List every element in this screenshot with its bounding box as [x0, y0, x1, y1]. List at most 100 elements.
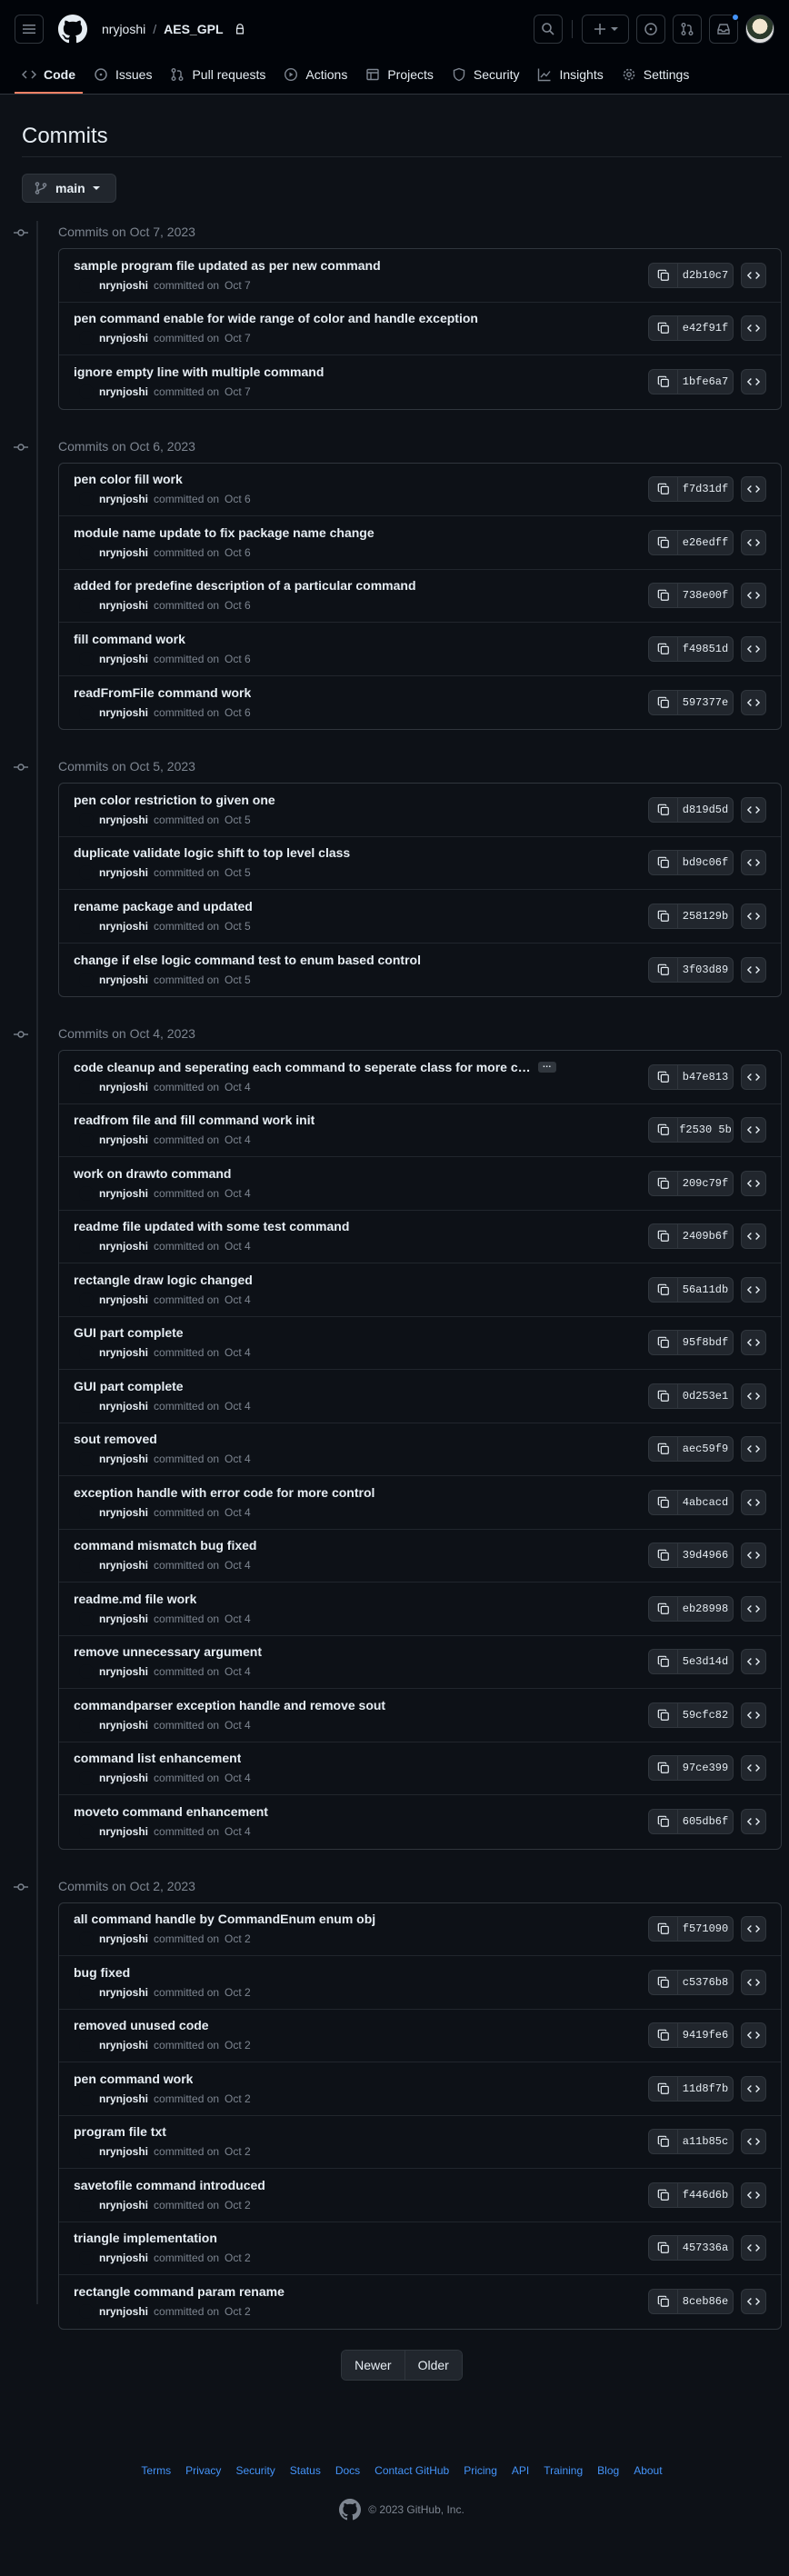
older-button[interactable]: Older	[404, 2350, 462, 2380]
author-avatar[interactable]	[79, 704, 94, 720]
commit-message-link[interactable]: ignore empty line with multiple command	[74, 364, 324, 379]
commit-message-link[interactable]: program file txt	[74, 2124, 166, 2139]
copy-sha-button[interactable]	[649, 690, 678, 714]
commit-sha-link[interactable]: 4abcacd	[678, 1491, 733, 1514]
commit-message-link[interactable]: command mismatch bug fixed	[74, 1538, 256, 1553]
copy-sha-button[interactable]	[649, 851, 678, 875]
commit-sha-link[interactable]: 605db6f	[678, 1810, 733, 1833]
copy-sha-button[interactable]	[649, 636, 678, 661]
author-avatar[interactable]	[79, 2038, 94, 2053]
commit-sha-link[interactable]: 97ce399	[678, 1756, 733, 1780]
footer-link-security[interactable]: Security	[235, 2464, 275, 2477]
commit-author[interactable]: nrynjoshi	[99, 385, 148, 398]
commit-message-link[interactable]: pen command enable for wide range of col…	[74, 311, 478, 325]
footer-link-privacy[interactable]: Privacy	[185, 2464, 221, 2477]
commit-author[interactable]: nrynjoshi	[99, 599, 148, 612]
copy-sha-button[interactable]	[649, 370, 678, 394]
copy-sha-button[interactable]	[649, 1064, 678, 1089]
commit-author[interactable]: nrynjoshi	[99, 2039, 148, 2052]
browse-repo-button[interactable]	[741, 796, 766, 823]
copy-sha-button[interactable]	[649, 1331, 678, 1355]
copy-sha-button[interactable]	[649, 1810, 678, 1834]
author-avatar[interactable]	[79, 918, 94, 934]
author-avatar[interactable]	[79, 1452, 94, 1467]
tab-insights[interactable]: Insights	[530, 57, 610, 94]
browse-repo-button[interactable]	[741, 583, 766, 609]
browse-repo-button[interactable]	[741, 1276, 766, 1303]
browse-repo-button[interactable]	[741, 2182, 766, 2208]
commit-author[interactable]: nrynjoshi	[99, 2199, 148, 2212]
commit-sha-link[interactable]: 95f8bdf	[678, 1331, 733, 1354]
commit-message-link[interactable]: bug fixed	[74, 1965, 130, 1980]
author-avatar[interactable]	[79, 865, 94, 881]
copy-sha-button[interactable]	[649, 263, 678, 287]
copy-sha-button[interactable]	[649, 1171, 678, 1195]
commit-sha-link[interactable]: f2530 5b	[678, 1118, 733, 1142]
author-avatar[interactable]	[79, 1185, 94, 1201]
commit-author[interactable]: nrynjoshi	[99, 493, 148, 505]
commit-message-link[interactable]: readme.md file work	[74, 1592, 196, 1606]
tab-pull-requests[interactable]: Pull requests	[163, 57, 273, 94]
browse-repo-button[interactable]	[741, 1383, 766, 1409]
copy-sha-button[interactable]	[649, 1277, 678, 1302]
repo-owner-link[interactable]: nryjoshi	[102, 22, 145, 36]
commit-sha-link[interactable]: d2b10c7	[678, 264, 733, 287]
commit-sha-link[interactable]: 258129b	[678, 904, 733, 928]
author-avatar[interactable]	[79, 2251, 94, 2266]
copy-sha-button[interactable]	[649, 1437, 678, 1462]
search-button[interactable]	[534, 15, 563, 44]
commit-sha-link[interactable]: b47e813	[678, 1065, 733, 1089]
author-avatar[interactable]	[79, 1292, 94, 1307]
pull-requests-button[interactable]	[673, 15, 702, 44]
author-avatar[interactable]	[79, 384, 94, 400]
commit-message-link[interactable]: added for predefine description of a par…	[74, 578, 416, 593]
commit-message-link[interactable]: readfrom file and fill command work init	[74, 1113, 315, 1127]
browse-repo-button[interactable]	[741, 1969, 766, 1995]
copy-sha-button[interactable]	[649, 2182, 678, 2207]
commit-author[interactable]: nrynjoshi	[99, 2145, 148, 2158]
commit-message-link[interactable]: pen command work	[74, 2072, 193, 2086]
commit-author[interactable]: nrynjoshi	[99, 1932, 148, 1945]
footer-link-pricing[interactable]: Pricing	[464, 2464, 497, 2477]
author-avatar[interactable]	[79, 812, 94, 827]
copy-sha-button[interactable]	[649, 1756, 678, 1781]
commit-author[interactable]: nrynjoshi	[99, 279, 148, 292]
commit-author[interactable]: nrynjoshi	[99, 1187, 148, 1200]
commit-sha-link[interactable]: 209c79f	[678, 1172, 733, 1195]
browse-repo-button[interactable]	[741, 2235, 766, 2261]
copy-sha-button[interactable]	[649, 957, 678, 982]
commit-author[interactable]: nrynjoshi	[99, 1400, 148, 1413]
browse-repo-button[interactable]	[741, 1117, 766, 1143]
browse-repo-button[interactable]	[741, 476, 766, 503]
browse-repo-button[interactable]	[741, 1809, 766, 1835]
author-avatar[interactable]	[79, 1984, 94, 2000]
author-avatar[interactable]	[79, 544, 94, 560]
browse-repo-button[interactable]	[741, 1649, 766, 1675]
commit-sha-link[interactable]: 2409b6f	[678, 1224, 733, 1248]
author-avatar[interactable]	[79, 1398, 94, 1413]
author-avatar[interactable]	[79, 651, 94, 666]
commit-message-link[interactable]: removed unused code	[74, 2018, 209, 2032]
browse-repo-button[interactable]	[741, 689, 766, 715]
author-avatar[interactable]	[79, 1239, 94, 1254]
copy-sha-button[interactable]	[649, 2023, 678, 2048]
browse-repo-button[interactable]	[741, 1702, 766, 1728]
tab-projects[interactable]: Projects	[358, 57, 441, 94]
tab-actions[interactable]: Actions	[276, 57, 355, 94]
user-avatar[interactable]	[745, 15, 774, 44]
commit-author[interactable]: nrynjoshi	[99, 1772, 148, 1784]
commit-message-link[interactable]: exception handle with error code for mor…	[74, 1485, 375, 1500]
copy-sha-button[interactable]	[649, 1702, 678, 1727]
newer-button[interactable]: Newer	[342, 2350, 404, 2380]
commit-message-link[interactable]: moveto command enhancement	[74, 1804, 268, 1819]
commit-sha-link[interactable]: 5e3d14d	[678, 1650, 733, 1673]
commit-sha-link[interactable]: 0d253e1	[678, 1384, 733, 1408]
browse-repo-button[interactable]	[741, 315, 766, 342]
commit-sha-link[interactable]: f7d31df	[678, 477, 733, 501]
browse-repo-button[interactable]	[741, 262, 766, 288]
commit-author[interactable]: nrynjoshi	[99, 1293, 148, 1306]
commit-author[interactable]: nrynjoshi	[99, 1346, 148, 1359]
author-avatar[interactable]	[79, 1133, 94, 1148]
commit-sha-link[interactable]: aec59f9	[678, 1437, 733, 1461]
browse-repo-button[interactable]	[741, 1223, 766, 1250]
